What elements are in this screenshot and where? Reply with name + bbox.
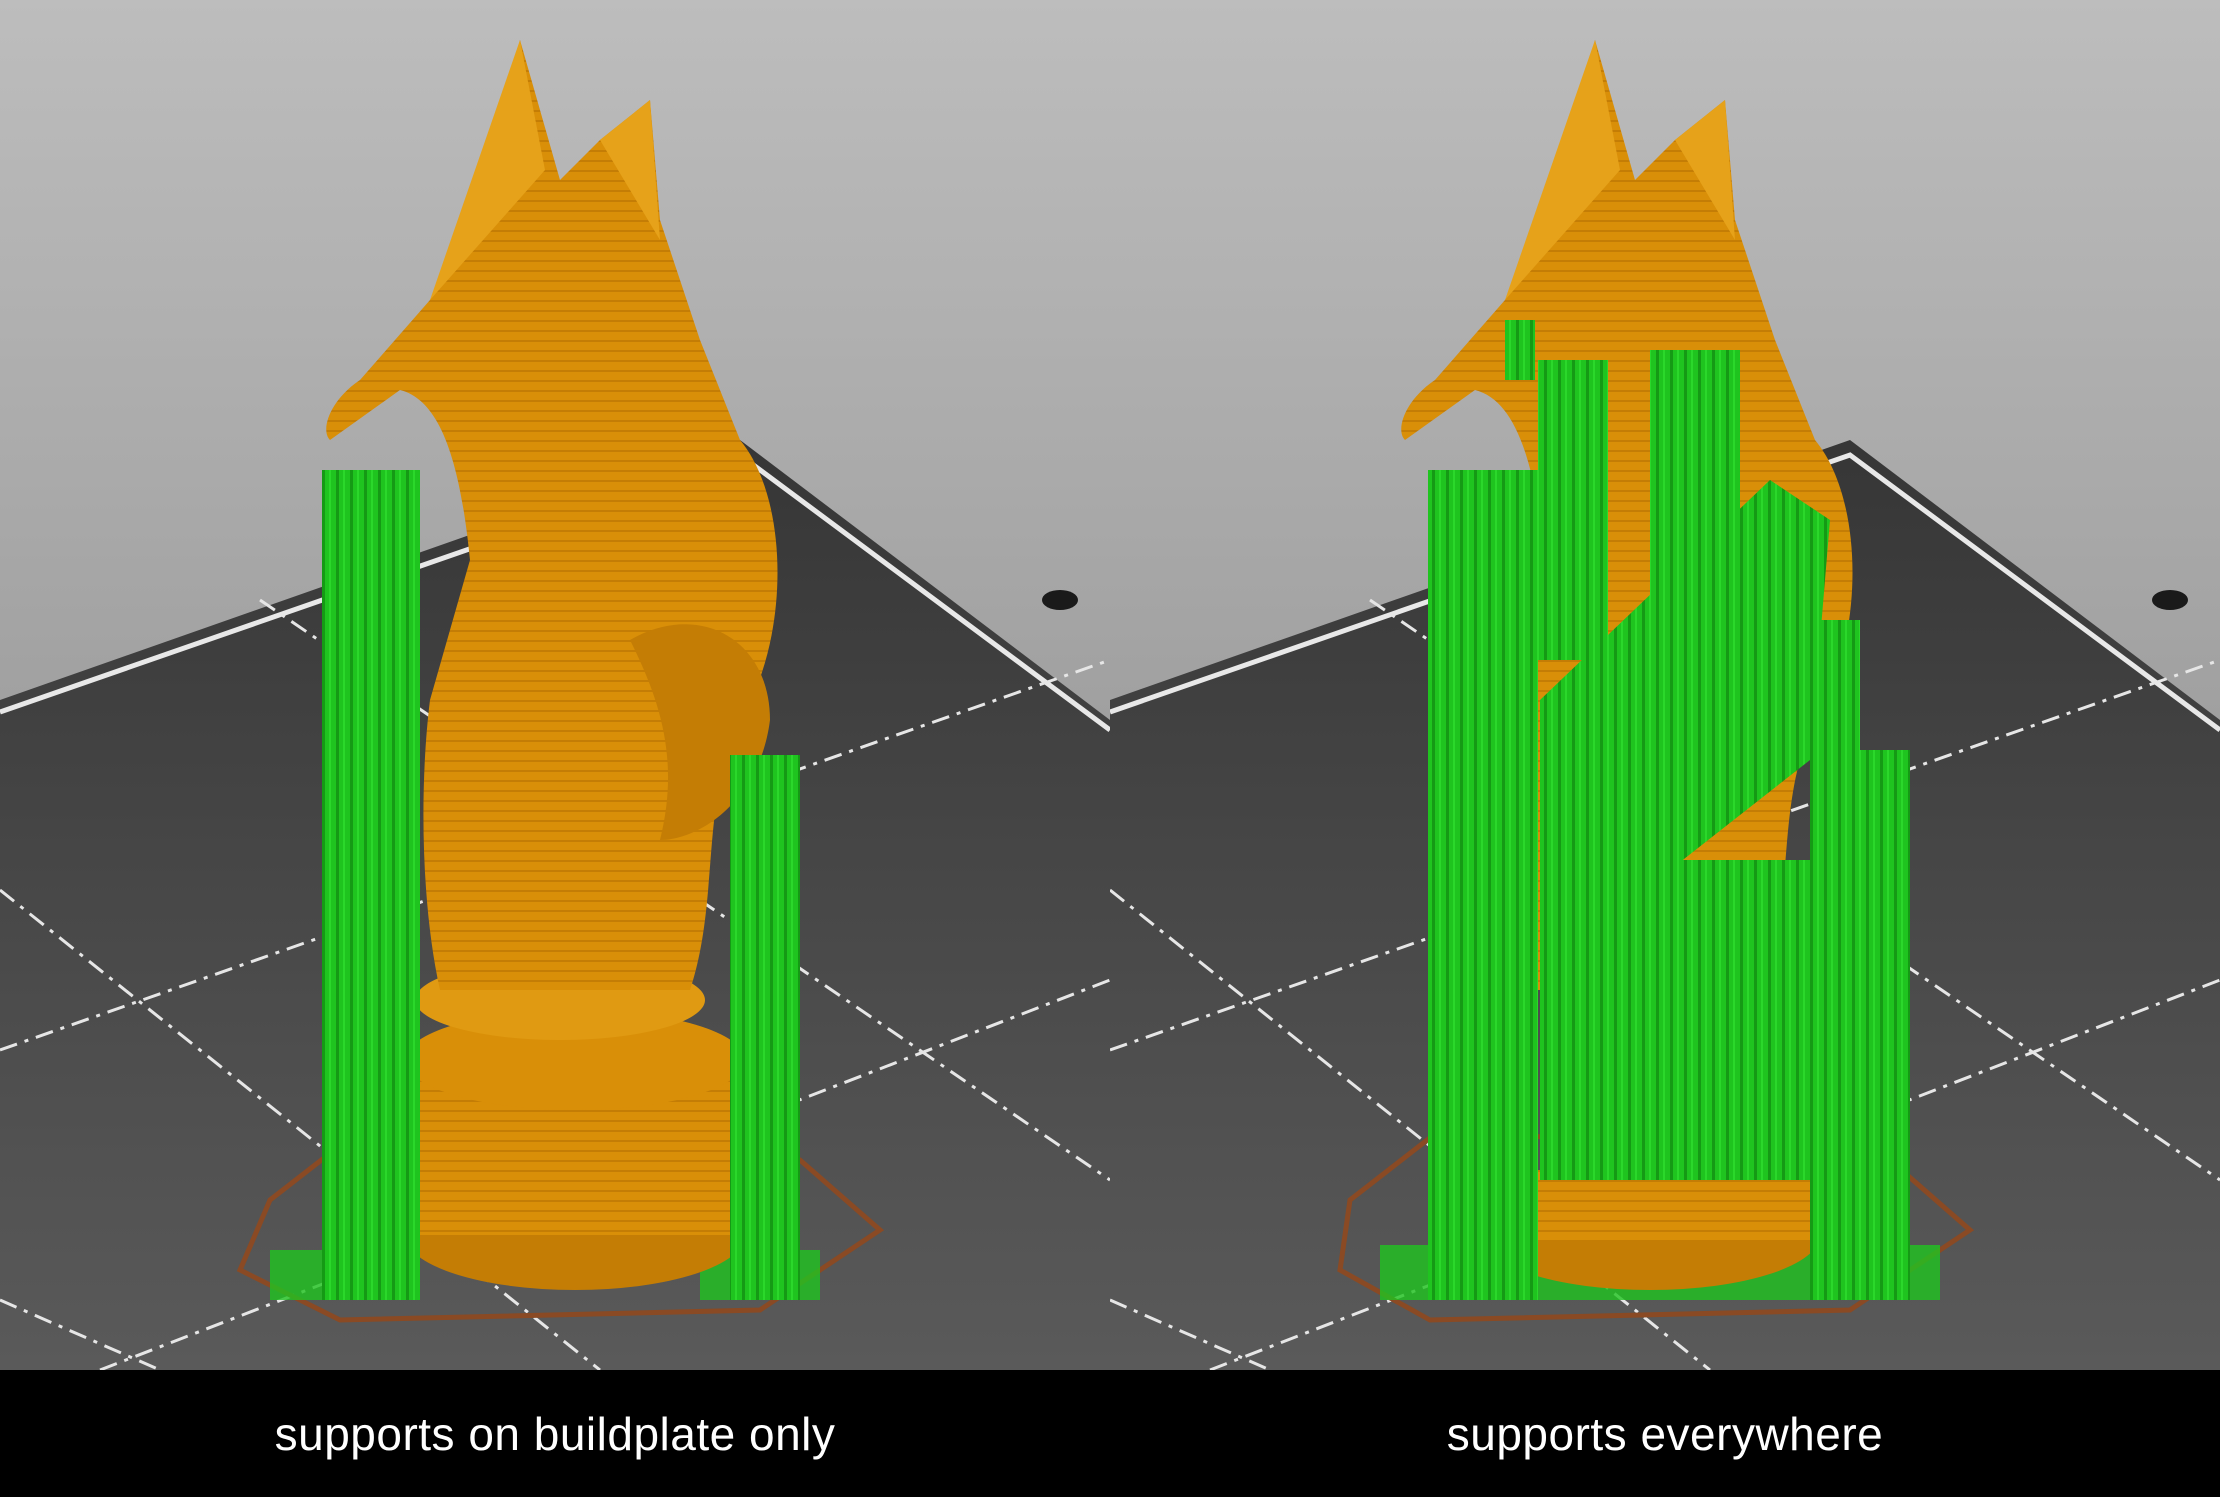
comparison-figure: supports on buildplate only supports eve… — [0, 0, 2220, 1497]
support-pillar-right — [730, 755, 800, 1300]
plate-knob — [1042, 590, 1078, 610]
caption-buildplate-only: supports on buildplate only — [274, 1407, 836, 1460]
viewport-everywhere — [1110, 0, 2220, 1370]
caption-everywhere: supports everywhere — [1446, 1407, 1884, 1460]
caption-bar: supports on buildplate only supports eve… — [0, 1370, 2220, 1497]
support-pillar-left — [322, 470, 420, 1300]
plate-knob — [2152, 590, 2188, 610]
viewport-buildplate-only — [0, 0, 1110, 1370]
